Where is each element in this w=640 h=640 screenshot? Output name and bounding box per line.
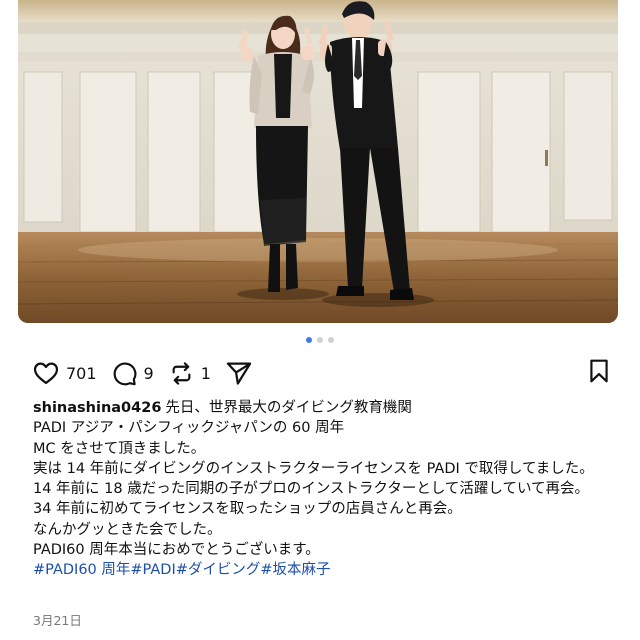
- caption-line: PADI60 周年本当におめでとうございます。: [33, 542, 320, 559]
- post-actions: 701 9 1: [32, 355, 612, 391]
- heart-icon: [32, 359, 60, 387]
- send-button[interactable]: [225, 359, 253, 387]
- repost-icon: [168, 360, 195, 387]
- hashtag-list: #PADI60 周年#PADI#ダイビング#坂本麻子: [33, 560, 603, 580]
- carousel-indicator: [0, 337, 640, 343]
- post-username[interactable]: shinashina0426: [33, 400, 161, 416]
- carousel-dot-active[interactable]: [306, 337, 312, 343]
- caption-line: MC をさせて頂きました。: [33, 440, 206, 457]
- caption-line: PADI アジア・パシフィックジャパンの 60 周年: [33, 420, 345, 437]
- comment-count: 9: [143, 363, 154, 383]
- bookmark-icon: [586, 357, 612, 389]
- hashtag[interactable]: #PADI60 周年: [33, 562, 130, 578]
- bookmark-button[interactable]: [586, 357, 612, 389]
- hashtag[interactable]: #坂本麻子: [260, 562, 330, 578]
- comment-icon: [111, 360, 138, 387]
- caption-line: shinashina0426 先日、世界最大のダイビング教育機関: [33, 400, 412, 416]
- send-icon: [225, 359, 253, 387]
- carousel-dot[interactable]: [317, 337, 323, 343]
- carousel-dot[interactable]: [328, 337, 334, 343]
- hashtag[interactable]: #ダイビング: [176, 562, 261, 578]
- repost-count: 1: [200, 363, 211, 383]
- post-photo[interactable]: [18, 0, 618, 323]
- caption-line: 34 年前に初めてライセンスを取ったショップの店員さんと再会。: [33, 501, 462, 518]
- like-button[interactable]: 701: [32, 359, 97, 387]
- post-date: 3月21日: [33, 613, 82, 628]
- caption-line: なんかグッときた会でした。: [33, 521, 222, 538]
- hashtag[interactable]: #PADI: [130, 562, 175, 578]
- repost-button[interactable]: 1: [168, 360, 211, 387]
- post-caption: shinashina0426 先日、世界最大のダイビング教育機関 PADI アジア…: [33, 398, 603, 581]
- caption-line: 実は 14 年前にダイビングのインストラクターライセンスを PADI で取得して…: [33, 460, 594, 498]
- like-count: 701: [66, 363, 97, 383]
- comment-button[interactable]: 9: [111, 360, 154, 387]
